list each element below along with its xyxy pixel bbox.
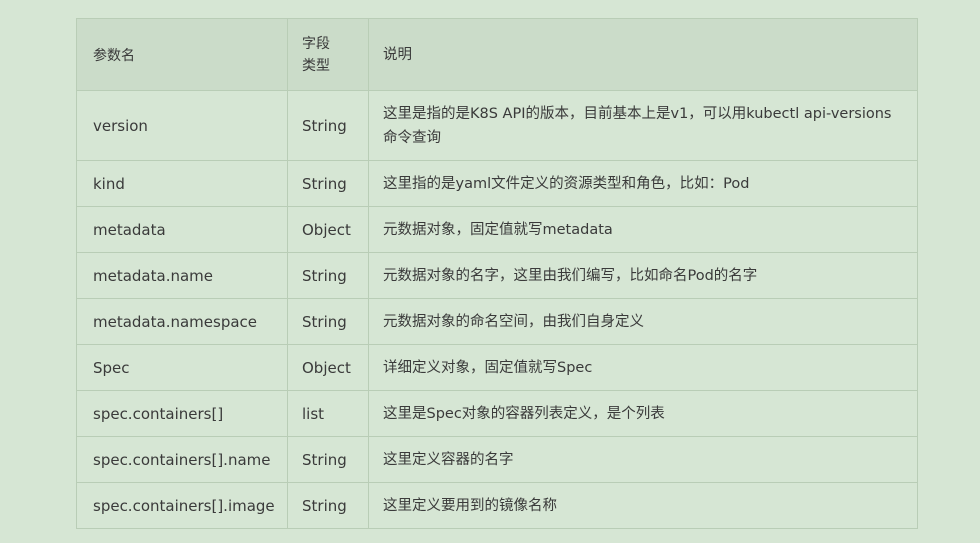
cell-description: 这里定义容器的名字 — [368, 436, 918, 483]
cell-field-type: String — [287, 482, 369, 529]
cell-description: 元数据对象的名字，这里由我们编写，比如命名Pod的名字 — [368, 252, 918, 299]
table-row: spec.containers[].name String 这里定义容器的名字 — [76, 436, 918, 483]
cell-field-type: String — [287, 252, 369, 299]
cell-field-type: String — [287, 298, 369, 345]
cell-param-name: spec.containers[].image — [76, 482, 288, 529]
cell-description: 这里是Spec对象的容器列表定义，是个列表 — [368, 390, 918, 437]
table-row: metadata.name String 元数据对象的名字，这里由我们编写，比如… — [76, 252, 918, 299]
table-row: spec.containers[].image String 这里定义要用到的镜… — [76, 482, 918, 529]
cell-param-name: version — [76, 90, 288, 161]
cell-param-name: metadata.name — [76, 252, 288, 299]
cell-description: 这里定义要用到的镜像名称 — [368, 482, 918, 529]
header-field-type-line2: 类型 — [302, 57, 330, 74]
cell-param-name: metadata — [76, 206, 288, 253]
cell-field-type: Object — [287, 206, 369, 253]
table-body: version String 这里是指的是K8S API的版本，目前基本上是v1… — [76, 90, 918, 529]
cell-field-type: String — [287, 436, 369, 483]
cell-field-type: list — [287, 390, 369, 437]
cell-description: 这里指的是yaml文件定义的资源类型和角色，比如：Pod — [368, 160, 918, 207]
table-row: kind String 这里指的是yaml文件定义的资源类型和角色，比如：Pod — [76, 160, 918, 207]
cell-description: 这里是指的是K8S API的版本，目前基本上是v1，可以用kubectl api… — [368, 90, 918, 161]
cell-param-name: metadata.namespace — [76, 298, 288, 345]
cell-field-type: Object — [287, 344, 369, 391]
table-row: metadata Object 元数据对象，固定值就写metadata — [76, 206, 918, 253]
table-header-row: 参数名 字段 类型 说明 — [76, 18, 918, 91]
cell-description: 元数据对象，固定值就写metadata — [368, 206, 918, 253]
cell-description: 元数据对象的命名空间，由我们自身定义 — [368, 298, 918, 345]
cell-param-name: kind — [76, 160, 288, 207]
table-row: metadata.namespace String 元数据对象的命名空间，由我们… — [76, 298, 918, 345]
cell-param-name: spec.containers[] — [76, 390, 288, 437]
header-field-type-line1: 字段 — [302, 35, 330, 52]
cell-field-type: String — [287, 90, 369, 161]
table-header: 参数名 字段 类型 说明 — [76, 18, 918, 91]
table-row: Spec Object 详细定义对象，固定值就写Spec — [76, 344, 918, 391]
header-param-name: 参数名 — [76, 18, 288, 91]
cell-description: 详细定义对象，固定值就写Spec — [368, 344, 918, 391]
header-field-type: 字段 类型 — [287, 18, 369, 91]
cell-param-name: Spec — [76, 344, 288, 391]
table-row: spec.containers[] list 这里是Spec对象的容器列表定义，… — [76, 390, 918, 437]
parameter-table: 参数名 字段 类型 说明 version String 这里是指的是K8S AP… — [76, 18, 918, 529]
table-row: version String 这里是指的是K8S API的版本，目前基本上是v1… — [76, 90, 918, 161]
header-description: 说明 — [368, 18, 918, 91]
cell-param-name: spec.containers[].name — [76, 436, 288, 483]
cell-field-type: String — [287, 160, 369, 207]
parameter-table-container: 参数名 字段 类型 说明 version String 这里是指的是K8S AP… — [76, 18, 918, 529]
